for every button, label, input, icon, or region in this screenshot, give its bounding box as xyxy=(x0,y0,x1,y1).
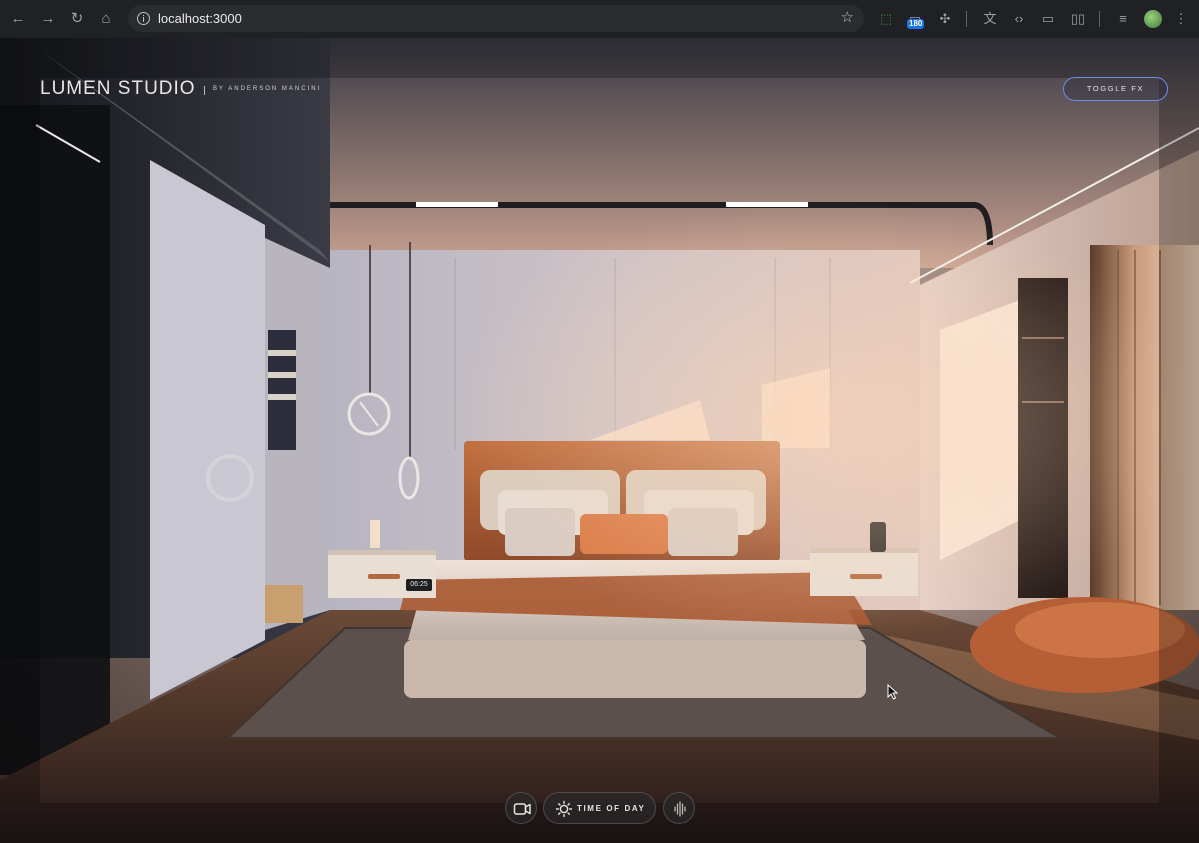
bedside-clock-display: 06:25 xyxy=(406,579,432,591)
brand-divider xyxy=(204,86,205,95)
extension-dashed-square-icon[interactable]: ⬚ xyxy=(876,9,896,29)
time-of-day-button[interactable]: TIME OF DAY xyxy=(543,792,656,824)
time-of-day-label: TIME OF DAY xyxy=(577,804,646,813)
translate-icon[interactable]: 文 xyxy=(980,9,1000,29)
media-queue-icon[interactable]: ≡ xyxy=(1113,9,1133,29)
back-arrow-icon[interactable]: ← xyxy=(8,9,28,29)
video-camera-icon xyxy=(513,803,531,815)
extension-badge: 180 xyxy=(907,19,925,29)
site-byline: BY ANDERSON MANCINI xyxy=(213,86,322,92)
toolbar-separator xyxy=(966,11,967,27)
address-url[interactable]: localhost:3000 xyxy=(158,11,242,26)
bookmark-star-icon[interactable]: ☆ xyxy=(841,8,854,26)
webgl-viewport[interactable]: 06:25 xyxy=(0,38,1199,843)
extensions-puzzle-icon[interactable]: ✣ xyxy=(935,9,955,29)
site-brand: LUMEN STUDIO xyxy=(40,78,196,99)
site-info-icon[interactable] xyxy=(137,12,150,25)
cast-icon[interactable]: ▭ xyxy=(1038,9,1058,29)
toolbar-separator xyxy=(1099,11,1100,27)
browser-toolbar: ← → ↻ ⌂ localhost:3000 ☆ ⬚ ▭ 180 ✣ 文 ‹› … xyxy=(0,0,1199,38)
toggle-fx-button[interactable]: TOGGLE FX xyxy=(1063,77,1168,101)
home-icon[interactable]: ⌂ xyxy=(96,9,116,29)
reader-mode-icon[interactable]: ▯▯ xyxy=(1068,9,1088,29)
reload-icon[interactable]: ↻ xyxy=(67,9,87,29)
profile-avatar[interactable] xyxy=(1144,10,1162,28)
more-menu-icon[interactable]: ⋮ xyxy=(1171,9,1191,29)
sound-wave-icon xyxy=(674,801,686,817)
camera-button[interactable] xyxy=(505,792,537,824)
bedroom-scene xyxy=(0,38,1199,843)
sun-icon xyxy=(555,800,573,818)
mouse-cursor-icon xyxy=(887,684,899,700)
sound-button[interactable] xyxy=(663,792,695,824)
address-bar[interactable]: localhost:3000 ☆ xyxy=(128,5,864,32)
code-icon[interactable]: ‹› xyxy=(1009,9,1029,29)
forward-arrow-icon[interactable]: → xyxy=(38,9,58,29)
